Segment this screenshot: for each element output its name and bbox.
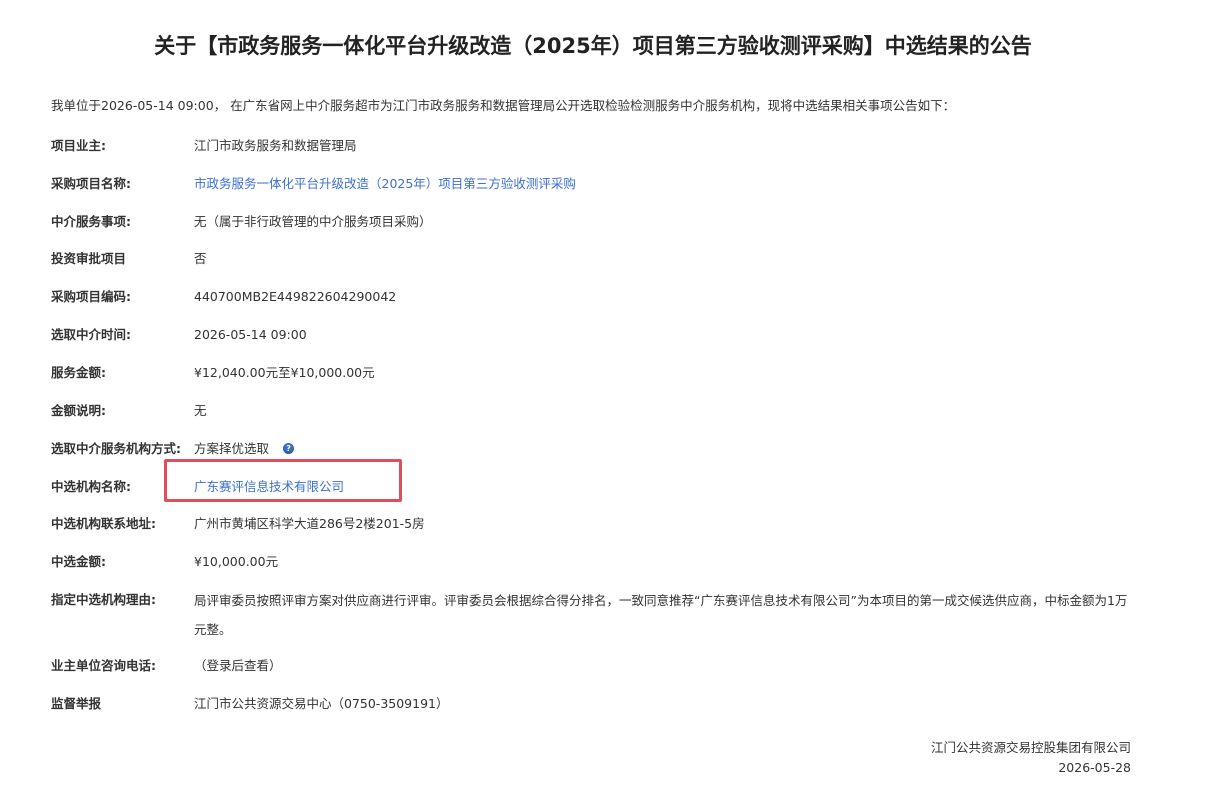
row-value: 440700MB2E449822604290042 — [194, 289, 397, 304]
row-label: 服务金额: — [51, 365, 106, 380]
row-value: 无 — [194, 403, 207, 418]
row-label: 监督举报 — [51, 696, 102, 711]
row-value: ¥10,000.00元 — [194, 554, 279, 569]
row-value: 无（属于非行政管理的中介服务项目采购） — [194, 214, 432, 229]
row-label: 采购项目编码: — [51, 289, 131, 304]
row-label: 业主单位咨询电话: — [51, 658, 156, 673]
row-value: 2026-05-14 09:00 — [194, 327, 307, 342]
intro-text: 我单位于2026-05-14 09:00， 在广东省网上中介服务超市为江门市政务… — [51, 98, 956, 113]
row-label: 投资审批项目 — [51, 251, 127, 266]
selected-agency-link[interactable]: 广东赛评信息技术有限公司 — [194, 477, 344, 497]
row-label: 项目业主: — [51, 138, 106, 153]
footer-org: 江门公共资源交易控股集团有限公司 — [930, 740, 1131, 755]
row-value: ¥12,040.00元至¥10,000.00元 — [194, 365, 375, 380]
row-label: 指定中选机构理由: — [51, 592, 156, 607]
row-label: 金额说明: — [51, 403, 106, 418]
procurement-name-link[interactable]: 市政务服务一体化平台升级改造（2025年）项目第三方验收测评采购 — [194, 174, 576, 194]
selection-method-text: 方案择优选取 — [194, 441, 270, 456]
row-value: 否 — [194, 251, 207, 266]
row-label: 中选机构名称: — [51, 479, 131, 494]
row-label: 采购项目名称: — [51, 176, 131, 191]
row-value: 江门市政务服务和数据管理局 — [194, 138, 357, 153]
row-label: 选取中介服务机构方式: — [51, 441, 181, 456]
row-value: 局评审委员按照评审方案对供应商进行评审。评审委员会根据综合得分排名，一致同意推荐… — [194, 593, 1128, 637]
row-value: 方案择优选取? — [194, 439, 295, 459]
row-value: 广州市黄埔区科学大道286号2楼201-5房 — [194, 516, 425, 531]
row-value: （登录后查看） — [194, 658, 282, 673]
page-title: 关于【市政务服务一体化平台升级改造（2025年）项目第三方验收测评采购】中选结果… — [154, 34, 1032, 58]
footer: 江门公共资源交易控股集团有限公司 2026-05-28 — [931, 738, 1131, 778]
row-label: 中选金额: — [51, 554, 106, 569]
footer-date: 2026-05-28 — [1058, 760, 1131, 775]
row-value: 江门市公共资源交易中心（0750-3509191） — [194, 696, 449, 711]
row-label: 中介服务事项: — [51, 214, 131, 229]
help-icon[interactable]: ? — [283, 443, 295, 454]
announcement-page: 关于【市政务服务一体化平台升级改造（2025年）项目第三方验收测评采购】中选结果… — [0, 0, 1224, 805]
row-label: 选取中介时间: — [51, 327, 131, 342]
row-label: 中选机构联系地址: — [51, 516, 156, 531]
